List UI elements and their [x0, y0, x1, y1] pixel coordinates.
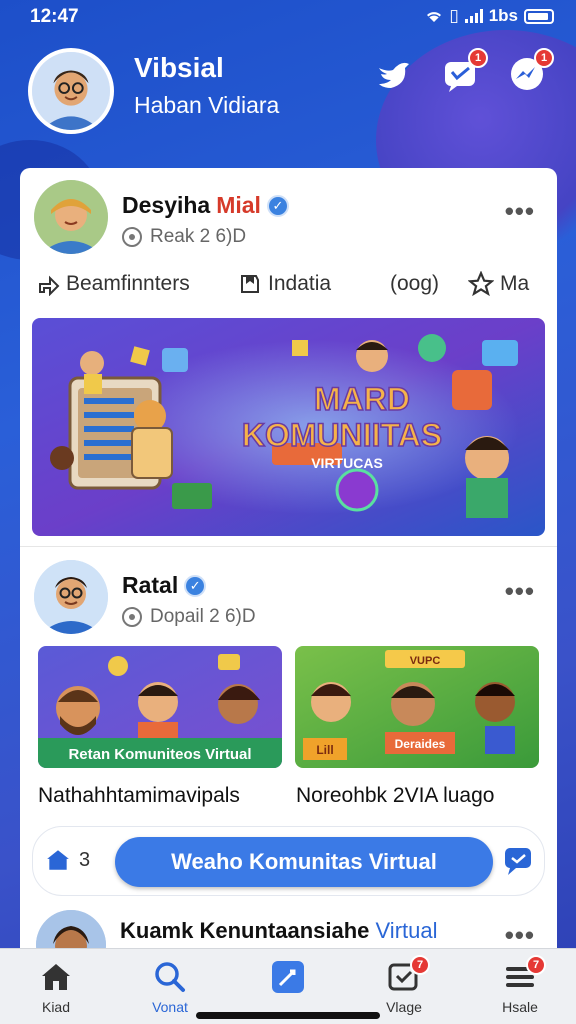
tab-home[interactable]: Kiad [16, 959, 96, 1019]
signal-icon [464, 9, 483, 23]
profile-avatar[interactable] [28, 48, 114, 134]
post-image-2-left: Lill [316, 743, 333, 757]
status-time: 12:47 [30, 6, 79, 27]
share-label: Beamfinnters [66, 272, 190, 295]
notification-badge: 7 [410, 955, 430, 975]
reaction-count-text: (oog) [390, 272, 440, 295]
app-header: Vibsial Haban Vidiara 1 1 [0, 40, 576, 160]
tab-menu[interactable]: 7 Hsale [480, 955, 560, 1019]
message-badge: 1 [468, 48, 488, 68]
post-meta-text: Dopail 2 6)D [150, 606, 256, 627]
post-header: Ratal ✓ Dopail 2 6)D ••• [20, 548, 557, 638]
post-author-name: Desyiha [122, 192, 211, 218]
post-author-suffix: Mial [216, 192, 261, 218]
tab-notifications[interactable]: 7 Vlage [364, 955, 444, 1019]
banner-title-line3: VIRTUCAS [311, 455, 383, 471]
star-icon [468, 271, 494, 297]
post-avatar[interactable] [34, 180, 108, 254]
more-options-icon[interactable]: ••• [505, 196, 535, 227]
post-image-2[interactable]: VUPC Lill Deraides [295, 646, 539, 768]
banner-title-line2: KOMUNIITAS [242, 417, 442, 453]
post-actions: Beamfinnters Indatia (oog) Ma [20, 260, 557, 308]
post-banner-image[interactable]: MARD KOMUNIITAS VIRTUCAS [32, 318, 545, 536]
home-icon [47, 850, 69, 870]
post-header: Desyiha Mial ✓ Reak 2 6)D ••• [20, 168, 557, 258]
share-icon [39, 275, 60, 296]
post-meta: Dopail 2 6)D [122, 606, 256, 628]
home-icon [42, 964, 70, 990]
post-meta: Reak 2 6)D [122, 226, 246, 248]
verified-icon: ✓ [184, 574, 207, 597]
network-label: 1bs [488, 6, 518, 25]
search-icon [155, 962, 185, 992]
post-image-1-text: Retan Komuniteos Virtual [68, 746, 251, 763]
verified-icon: ✓ [266, 194, 289, 217]
post-author-name: Ratal [122, 572, 179, 598]
join-community-button[interactable]: Weaho Komunitas Virtual [115, 837, 493, 887]
cta-count: 3 [79, 848, 91, 871]
globe-icon [122, 227, 142, 247]
share-action[interactable]: Beamfinnters [36, 272, 190, 296]
post-image-2-caption: Noreohbk 2VIA luago [296, 784, 495, 807]
create-post-icon [272, 961, 304, 993]
chat-icon[interactable] [502, 845, 536, 877]
app-name: Vibsial [134, 52, 224, 83]
tab-menu-label: Hsale [502, 999, 538, 1015]
battery-icon [524, 8, 554, 24]
reaction-count: (oog) [390, 272, 439, 296]
save-label: Indatia [268, 272, 332, 295]
post-author-name[interactable]: Kuamk Kenuntaansiahe Virtual [120, 918, 438, 944]
post-author-name-highlight: Virtual [375, 918, 438, 943]
wifi-icon [427, 12, 442, 22]
post-image-1-caption: Nathahhtamimavipals [38, 784, 240, 807]
bookmark-icon [241, 275, 259, 293]
messenger-icon[interactable]: 1 [506, 48, 554, 94]
like-label: Ma [500, 272, 530, 295]
post-divider [20, 546, 557, 547]
save-action[interactable]: Indatia [238, 272, 331, 296]
more-options-icon[interactable]: ••• [505, 920, 535, 951]
post-image-2-right: Deraides [395, 737, 446, 751]
banner-title-line1: MARD [314, 381, 410, 417]
post-author[interactable]: Ratal ✓ [122, 572, 207, 599]
post-image-2-top: VUPC [410, 655, 441, 667]
messenger-badge: 1 [534, 48, 554, 68]
tab-search[interactable]: Vonat [130, 959, 210, 1019]
user-name: Haban Vidiara [134, 92, 280, 118]
sim-icon: ▯ [449, 6, 459, 25]
post-meta-text: Reak 2 6)D [150, 226, 247, 247]
cta-counter[interactable]: 3 [45, 847, 90, 873]
tab-home-label: Kiad [41, 999, 71, 1015]
post-author-name-text: Kuamk Kenuntaansiahe [120, 918, 370, 943]
post-author[interactable]: Desyiha Mial ✓ [122, 192, 289, 219]
cta-bar: 3 Weaho Komunitas Virtual [32, 826, 545, 896]
status-bar: 12:47 ▯ 1bs [0, 0, 576, 36]
globe-icon [122, 607, 142, 627]
bird-icon[interactable] [372, 54, 414, 94]
menu-badge: 7 [526, 955, 546, 975]
tab-create[interactable] [248, 959, 328, 1019]
feed-card: Desyiha Mial ✓ Reak 2 6)D ••• Beamfinnte… [20, 168, 557, 968]
post-image-1[interactable]: Retan Komuniteos Virtual [38, 646, 282, 768]
message-icon[interactable]: 1 [440, 48, 488, 94]
post-avatar[interactable] [34, 560, 108, 634]
more-options-icon[interactable]: ••• [505, 576, 535, 607]
home-indicator[interactable] [196, 1012, 380, 1019]
like-action[interactable]: Ma [468, 271, 529, 297]
